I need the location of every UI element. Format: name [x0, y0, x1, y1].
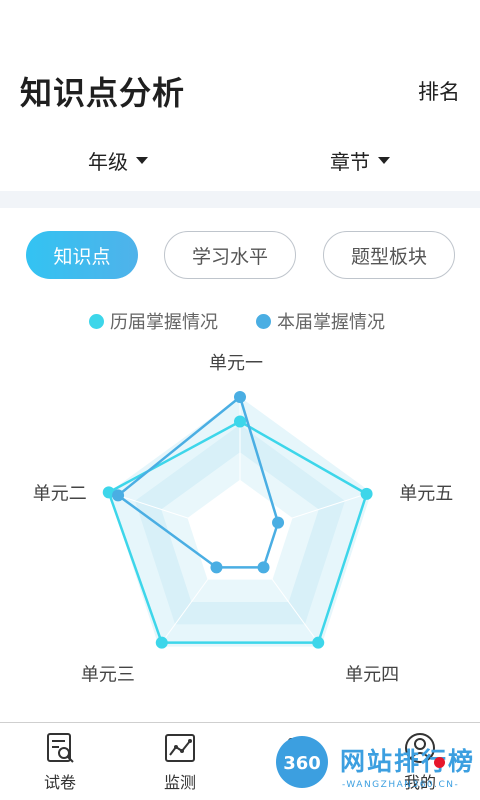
- chart-image-icon: [165, 734, 195, 762]
- radar-point: [112, 489, 125, 502]
- chart-legend: 历届掌握情况 本届掌握情况: [0, 308, 480, 334]
- radar-point: [234, 415, 246, 428]
- paper-search-icon: [47, 733, 74, 763]
- radar-point: [272, 516, 285, 529]
- section-divider: [0, 191, 480, 208]
- legend-item-previous: 历届掌握情况: [89, 308, 218, 334]
- radar-point: [312, 636, 325, 649]
- legend-label: 历届掌握情况: [110, 312, 218, 333]
- watermark-text: 网站排行榜: [340, 747, 476, 776]
- nav-item-monitor[interactable]: 监测: [140, 731, 220, 795]
- radar-axis-label: 单元五: [399, 483, 453, 504]
- radar-point: [257, 561, 270, 574]
- grade-dropdown[interactable]: 年级: [88, 146, 148, 175]
- radar-point: [360, 487, 373, 500]
- grade-dropdown-label: 年级: [88, 150, 128, 174]
- radar-point: [234, 391, 246, 403]
- chapter-dropdown-label: 章节: [330, 150, 370, 174]
- radar-axis-label: 单元二: [33, 483, 87, 504]
- radar-axis-label: 单元一: [209, 353, 263, 374]
- legend-dot: [256, 313, 271, 329]
- nav-item-papers[interactable]: 试卷: [20, 731, 100, 795]
- legend-item-current: 本届掌握情况: [256, 308, 385, 334]
- radar-point: [155, 636, 168, 649]
- watermark-badge-text: 360: [283, 753, 321, 774]
- notification-dot: [434, 757, 445, 768]
- filter-bar: 年级 章节: [0, 140, 480, 180]
- watermark-badge-icon: 360: [276, 736, 328, 788]
- watermark-sub: -WANGZHAN360.CN-: [342, 780, 460, 790]
- nav-label: 试卷: [43, 773, 76, 792]
- analysis-tabs: 知识点 学习水平 题型板块: [0, 231, 480, 279]
- rank-button[interactable]: 排名: [418, 76, 460, 106]
- chapter-dropdown[interactable]: 章节: [330, 146, 390, 175]
- caret-down-icon: [136, 157, 148, 164]
- tab-knowledge-point[interactable]: 知识点: [26, 231, 138, 279]
- header: 知识点分析 排名: [0, 0, 480, 130]
- legend-label: 本届掌握情况: [277, 312, 385, 333]
- radar-point: [210, 561, 223, 574]
- radar-chart: 单元一单元五单元四 单元三 单元二: [33, 353, 453, 686]
- radar-axis-label: 单元四: [345, 665, 399, 686]
- caret-down-icon: [378, 157, 390, 164]
- page-title: 知识点分析: [20, 74, 186, 112]
- legend-dot: [89, 313, 104, 329]
- radar-axis-label: 单元三: [81, 665, 135, 686]
- watermark: 360 网站排行榜 -WANGZHAN360.CN-: [270, 730, 480, 800]
- nav-label: 监测: [163, 773, 196, 792]
- tab-question-type[interactable]: 题型板块: [323, 231, 455, 279]
- tab-learning-level[interactable]: 学习水平: [164, 231, 296, 279]
